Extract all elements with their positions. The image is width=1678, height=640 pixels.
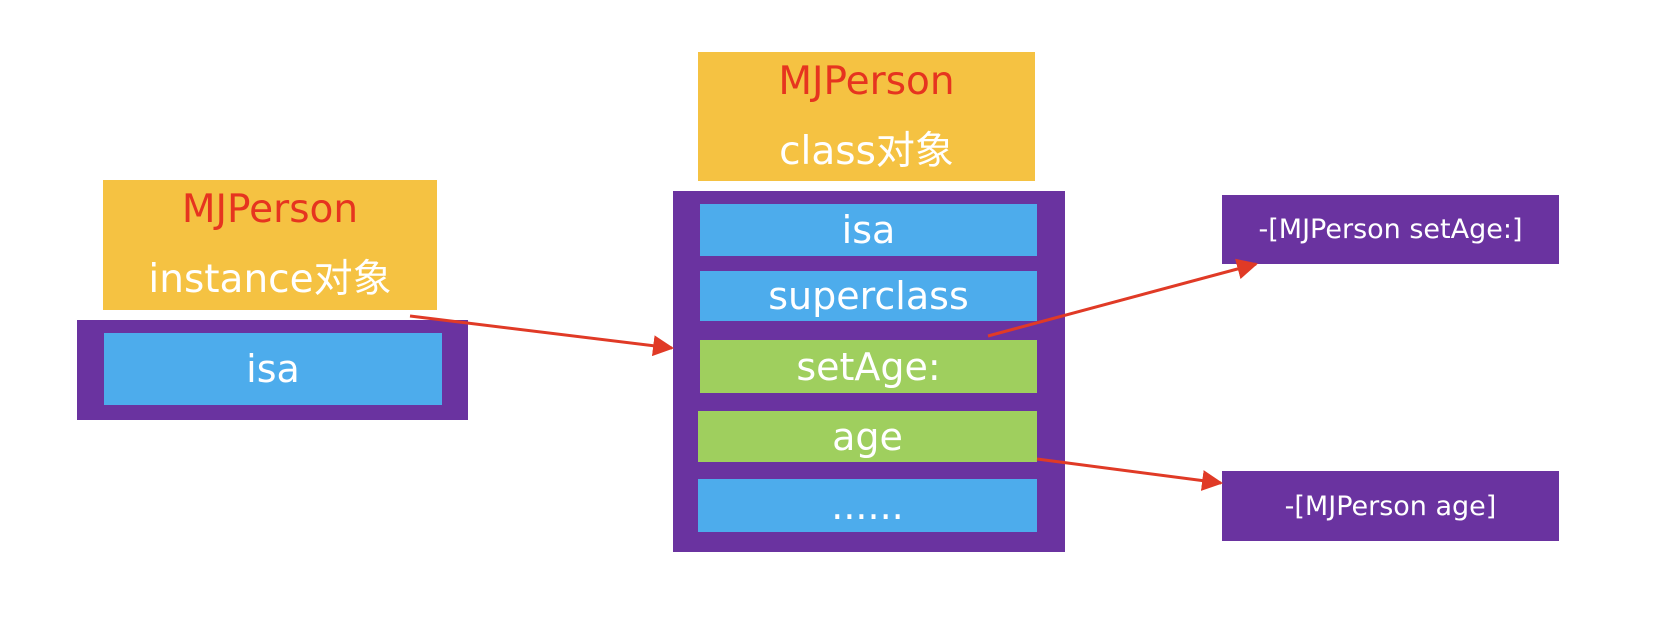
arrow-setage-to-method: [987, 258, 1259, 338]
arrows-layer: [409, 258, 1259, 491]
arrow-age-to-method: [1036, 457, 1224, 491]
arrow-instance-isa-to-class: [409, 314, 675, 357]
